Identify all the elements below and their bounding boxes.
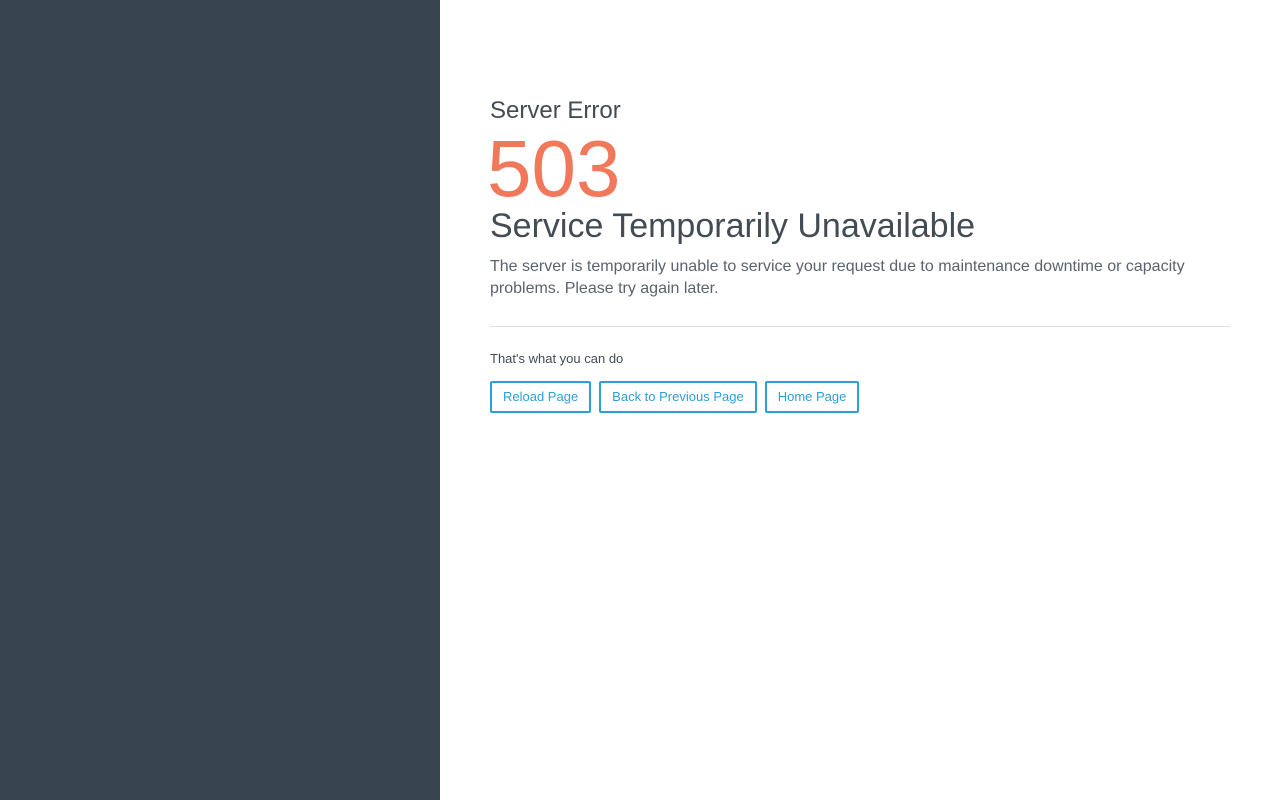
options-label: That's what you can do (490, 351, 624, 366)
error-label: Server Error (490, 97, 621, 124)
action-buttons: Reload Page Back to Previous Page Home P… (490, 381, 860, 413)
error-title: Service Temporarily Unavailable (490, 207, 976, 245)
back-to-previous-page-button[interactable]: Back to Previous Page (599, 381, 757, 413)
left-sidebar-panel (0, 0, 440, 800)
divider (490, 326, 1230, 327)
error-code: 503 (487, 124, 621, 213)
home-page-button[interactable]: Home Page (764, 381, 860, 413)
reload-page-button[interactable]: Reload Page (490, 381, 592, 413)
error-description: The server is temporarily unable to serv… (490, 258, 1185, 297)
